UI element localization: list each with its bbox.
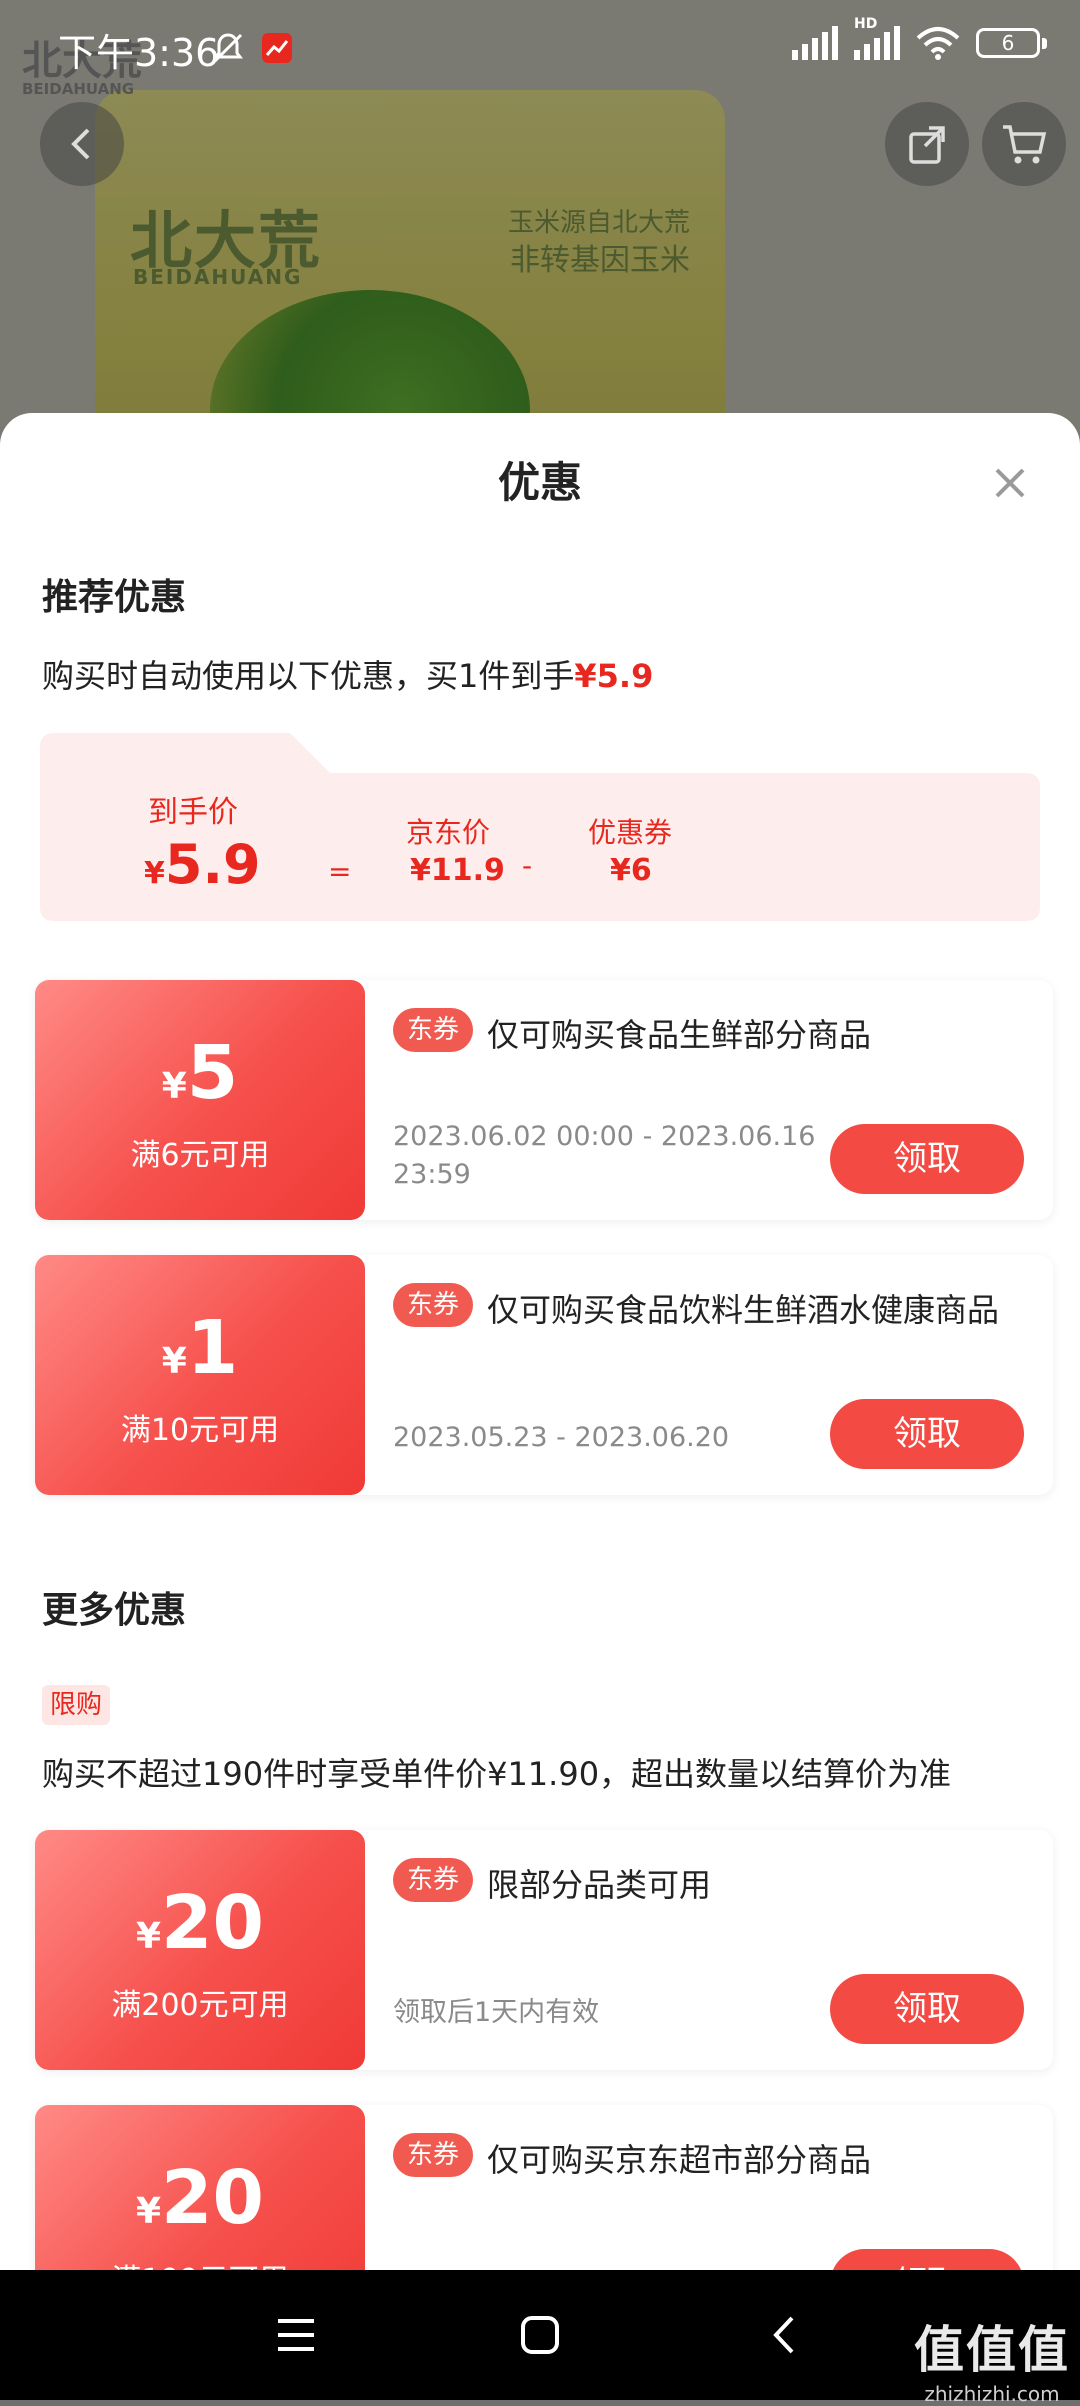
nav-back-icon bbox=[773, 2316, 794, 2354]
coupon-desc: 仅可购买食品生鲜部分商品 bbox=[487, 1016, 872, 1054]
coupon-amount: ¥20 bbox=[135, 1880, 265, 1966]
coupon-amount-panel: ¥5 满6元可用 bbox=[35, 980, 365, 1220]
back-icon bbox=[71, 128, 90, 160]
home-button[interactable] bbox=[510, 2305, 570, 2365]
status-time: 下午3:36 bbox=[58, 31, 220, 75]
signal-hd-icon: HD bbox=[854, 16, 900, 60]
equals-sign: = bbox=[328, 855, 352, 888]
package-slogan-2: 非转基因玉米 bbox=[510, 243, 690, 278]
coupon-validity-line-1: 领取后1天内有效 bbox=[393, 1997, 600, 2028]
coupon-discount-label: 优惠券 bbox=[588, 816, 673, 849]
limit-desc: 购买不超过190件时享受单件价¥11.90，超出数量以结算价为准 bbox=[42, 1755, 952, 1793]
coupon-amount: ¥20 bbox=[135, 2155, 265, 2241]
back-button[interactable] bbox=[40, 102, 124, 186]
limit-tag: 限购 bbox=[42, 1685, 111, 1725]
coupon-desc: 仅可购买食品饮料生鲜酒水健康商品 bbox=[487, 1291, 1000, 1329]
share-button[interactable] bbox=[885, 102, 969, 186]
coupon-condition: 满10元可用 bbox=[120, 1413, 280, 1448]
coupon-amount-panel: ¥20 满199元可用 bbox=[35, 2105, 365, 2270]
coupon-discount-value: ¥6 bbox=[610, 853, 652, 888]
more-offers-title: 更多优惠 bbox=[42, 1590, 187, 1631]
cart-button[interactable] bbox=[982, 102, 1066, 186]
claim-coupon-button[interactable]: 领取 bbox=[830, 1124, 1024, 1194]
final-price: ¥5.9 bbox=[144, 833, 261, 896]
coupon-condition: 满199元可用 bbox=[35, 2255, 365, 2270]
battery-icon: 6 bbox=[976, 28, 1047, 58]
coupon-condition: 满6元可用 bbox=[130, 1138, 270, 1173]
coupon-card: ¥5 满6元可用 东券 仅可购买食品生鲜部分商品 2023.06.02 00:0… bbox=[35, 980, 1053, 1220]
product-package: 北大荒 BEIDAHUANG 玉米源自北大荒 非转基因玉米 bbox=[95, 90, 725, 440]
close-icon[interactable] bbox=[980, 453, 1040, 513]
coupon-amount-panel: ¥20 满200元可用 bbox=[35, 1830, 365, 2070]
recommended-desc-text: 购买时自动使用以下优惠，买1件到手 bbox=[42, 657, 575, 695]
wifi-icon bbox=[916, 27, 960, 60]
claim-coupon-button[interactable]: 领取 bbox=[830, 1399, 1024, 1469]
home-icon bbox=[521, 2316, 559, 2354]
package-brand-en: BEIDAHUANG bbox=[133, 265, 303, 289]
final-price-value: 5.9 bbox=[164, 833, 261, 896]
coupon-validity: 2023.05.23 - 2023.06.20 bbox=[393, 1419, 729, 1457]
nav-back-button[interactable] bbox=[754, 2305, 814, 2365]
coupon-amount: ¥5 bbox=[161, 1030, 239, 1116]
cart-icon bbox=[1003, 125, 1047, 164]
share-icon bbox=[909, 126, 945, 164]
final-price-yen: ¥ bbox=[144, 856, 165, 891]
watermark-url: zhizhizhi.com bbox=[924, 2382, 1060, 2406]
minus-sign: - bbox=[522, 849, 533, 882]
package-slogan-1: 玉米源自北大荒 bbox=[507, 208, 690, 238]
recommended-title: 推荐优惠 bbox=[42, 577, 187, 618]
coupon-condition: 满200元可用 bbox=[111, 1988, 289, 2023]
watermark: 值值值 zhizhizhi.com bbox=[914, 2310, 1070, 2406]
status-right-icons: HD 6 bbox=[792, 16, 1047, 60]
coupon-card: ¥20 满200元可用 东券 限部分品类可用 领取后1天内有效 领取 bbox=[35, 1830, 1053, 2070]
coupon-amount-panel: ¥1 满10元可用 bbox=[35, 1255, 365, 1495]
coupon-tag: 东券 bbox=[393, 1008, 474, 1052]
recommended-desc: 购买时自动使用以下优惠，买1件到手¥5.9 bbox=[42, 651, 653, 697]
coupon-tag: 东券 bbox=[393, 2133, 474, 2177]
coupon-tag: 东券 bbox=[393, 1283, 474, 1327]
final-price-label: 到手价 bbox=[148, 795, 238, 830]
sheet-title: 优惠 bbox=[497, 458, 582, 507]
coupon-amount: ¥1 bbox=[161, 1305, 239, 1391]
watermark-text: 值值值 bbox=[914, 2321, 1070, 2379]
coupon-validity-line-1: 2023.05.23 - 2023.06.20 bbox=[393, 1422, 730, 1453]
price-breakdown: 到手价 ¥5.9 = 京东价 ¥11.9 - 优惠券 ¥6 bbox=[40, 733, 1040, 921]
coupon-validity: 2023.06.02 00:00 - 2023.06.16 23:59 bbox=[393, 1118, 815, 1194]
mute-icon bbox=[213, 33, 243, 63]
coupon-tag: 东券 bbox=[393, 1858, 474, 1902]
claim-coupon-button[interactable]: 领取 bbox=[830, 1974, 1024, 2044]
signal-icon bbox=[792, 26, 838, 60]
claim-coupon-button[interactable]: 领取 bbox=[830, 2249, 1024, 2270]
status-bar: 下午3:36 HD 6 bbox=[0, 0, 1080, 100]
coupon-card: ¥1 满10元可用 东券 仅可购买食品饮料生鲜酒水健康商品 2023.05.23… bbox=[35, 1255, 1053, 1495]
menu-button[interactable] bbox=[266, 2305, 326, 2365]
recommended-desc-price: ¥5.9 bbox=[574, 657, 654, 695]
coupon-validity-line-2: 23:59 bbox=[393, 1159, 471, 1190]
coupon-desc: 限部分品类可用 bbox=[487, 1866, 712, 1904]
jd-price-value: ¥11.9 bbox=[410, 853, 505, 888]
coupon-validity-line-1: 2023.06.02 00:00 - 2023.06.16 bbox=[393, 1121, 816, 1152]
menu-icon bbox=[278, 2319, 314, 2351]
jd-price-label: 京东价 bbox=[406, 816, 491, 849]
coupon-card: ¥20 满199元可用 东券 仅可购买京东超市部分商品 领取 bbox=[35, 2105, 1053, 2270]
app-notification-icon bbox=[262, 33, 292, 63]
status-left-icons bbox=[210, 30, 294, 66]
coupon-desc: 仅可购买京东超市部分商品 bbox=[487, 2141, 872, 2179]
coupon-validity: 领取后1天内有效 bbox=[393, 1994, 599, 2032]
offers-sheet: 优惠 推荐优惠 购买时自动使用以下优惠，买1件到手¥5.9 到手价 ¥5.9 =… bbox=[0, 413, 1080, 2270]
